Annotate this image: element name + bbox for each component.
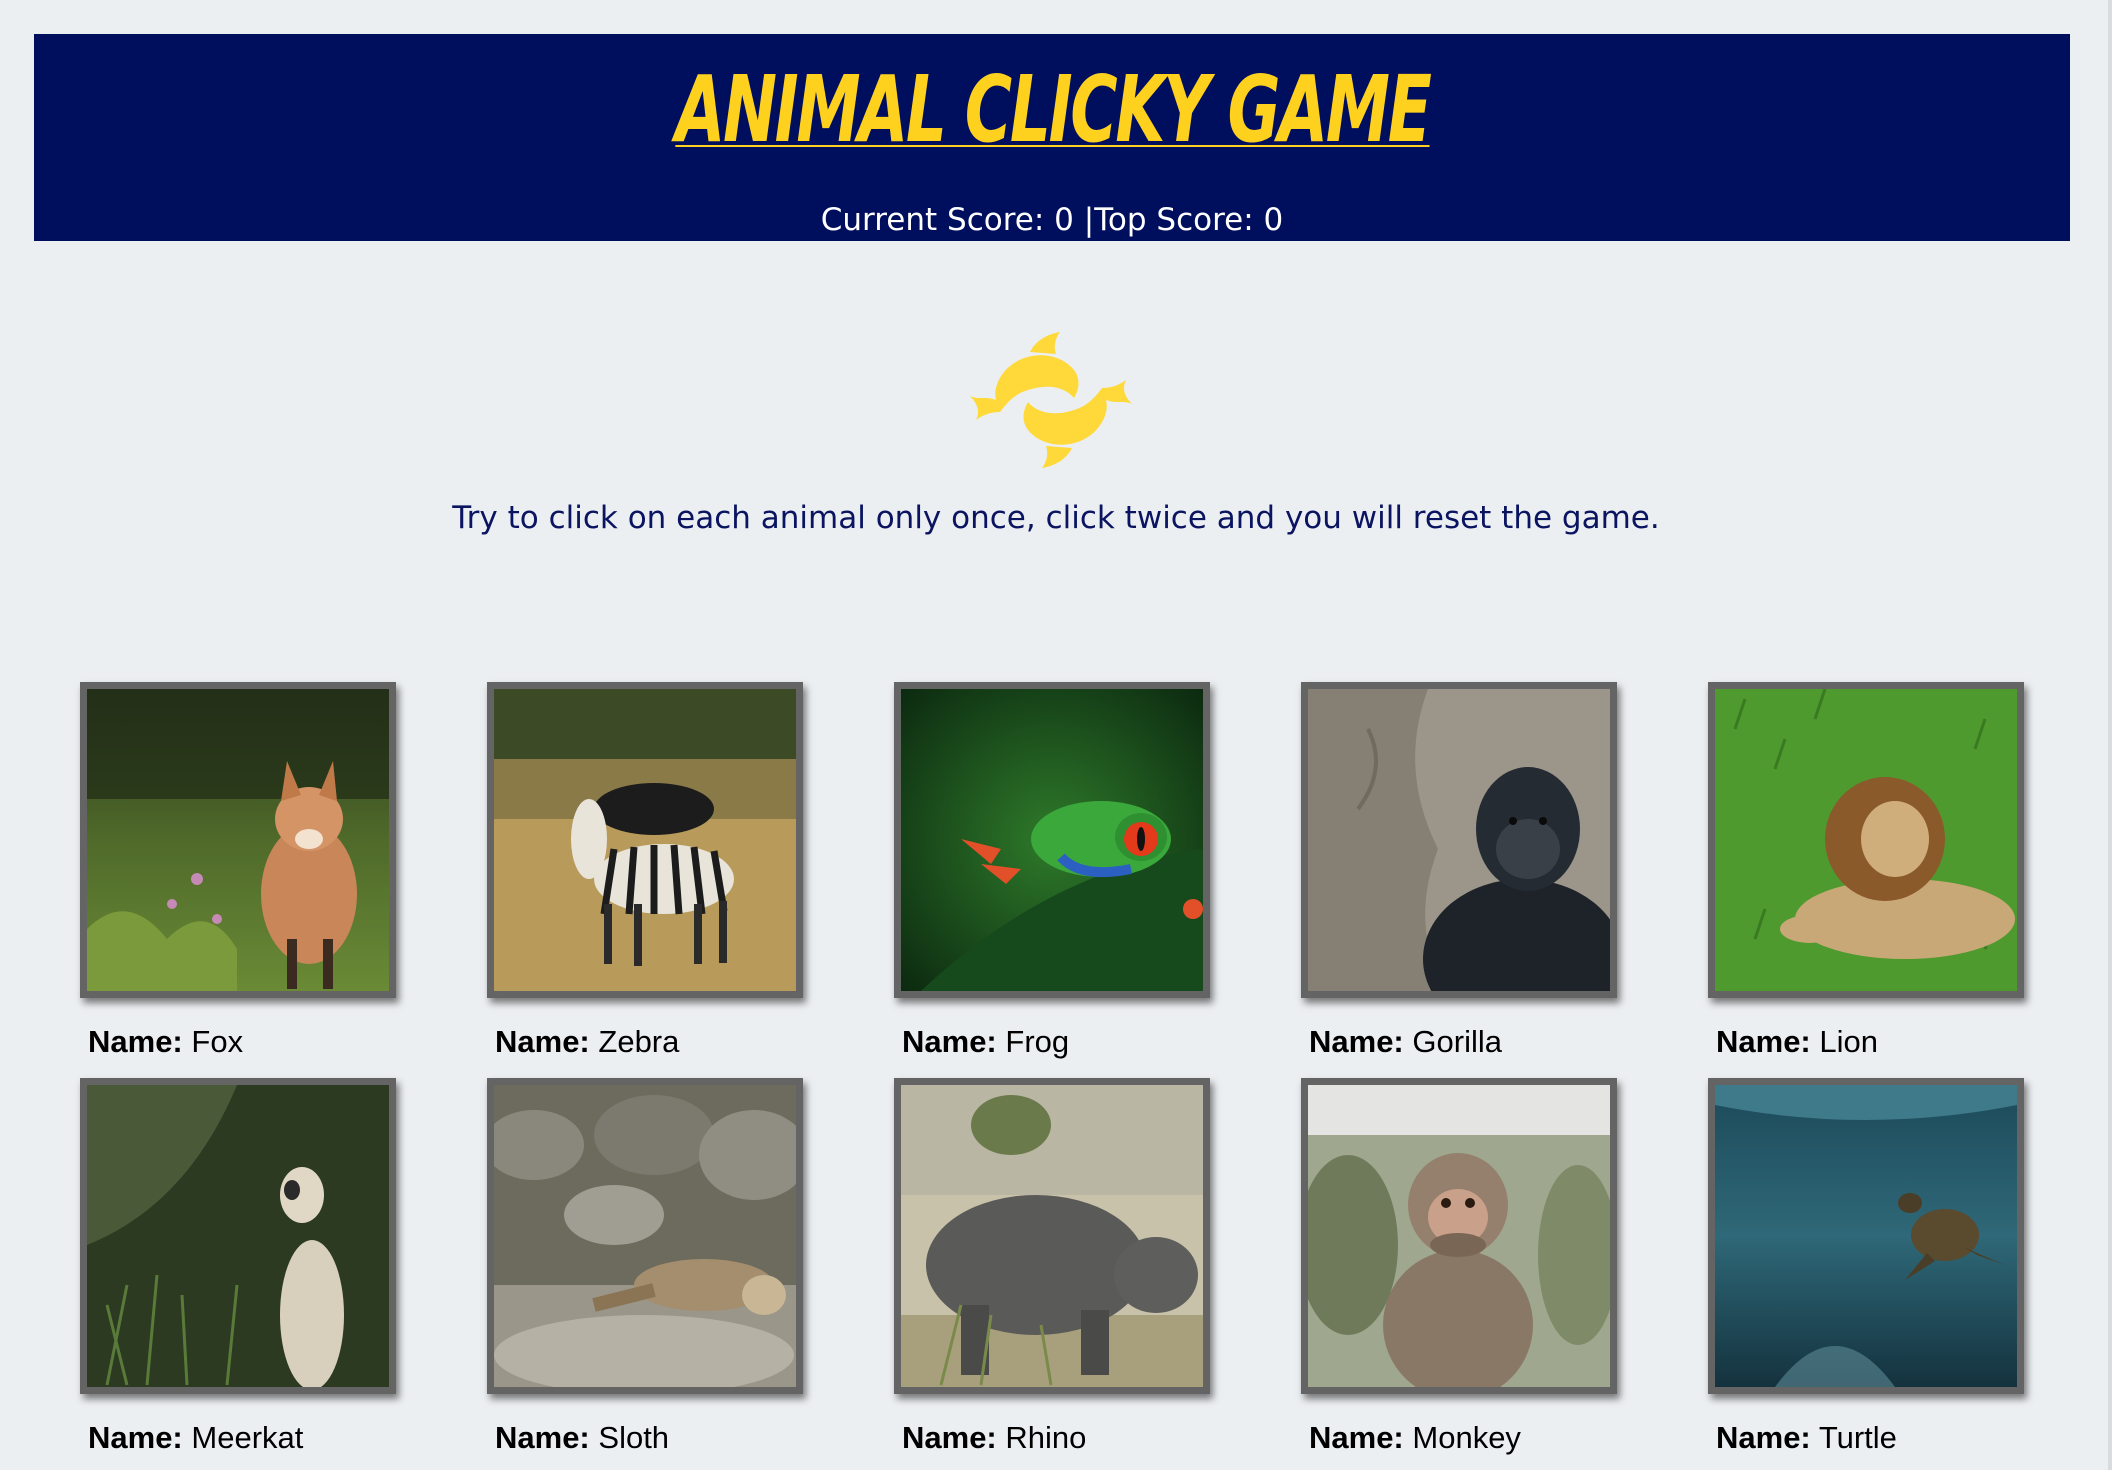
current-score-label: Current Score:	[820, 202, 1055, 238]
sloth-image[interactable]	[487, 1078, 803, 1394]
turtle-image[interactable]	[1708, 1078, 2024, 1394]
animal-name-label: Name: Zebra	[495, 1024, 680, 1059]
animal-name-label: Name: Lion	[1716, 1024, 1878, 1059]
animal-name-label: Name: Rhino	[902, 1420, 1087, 1455]
instructions-text: Try to click on each animal only once, c…	[452, 500, 1660, 536]
meerkat-image[interactable]	[80, 1078, 396, 1394]
fish-swirl-icon	[970, 320, 1132, 480]
animal-name-label: Name: Sloth	[495, 1420, 670, 1455]
game-title: ANIMAL CLICKY GAME	[674, 56, 1431, 163]
scrollbar-track[interactable]	[2108, 0, 2112, 1470]
lion-image[interactable]	[1708, 682, 2024, 998]
fox-image[interactable]	[80, 682, 396, 998]
frog-image[interactable]	[894, 682, 1210, 998]
animal-name-label: Name: Meerkat	[88, 1420, 304, 1455]
rhino-image[interactable]	[894, 1078, 1210, 1394]
top-score-value: 0	[1263, 202, 1284, 238]
animal-name-label: Name: Fox	[88, 1024, 244, 1059]
top-score-label: Top Score:	[1094, 202, 1264, 238]
game-header: ANIMAL CLICKY GAME Current Score: 0 |Top…	[34, 34, 2070, 241]
animal-name-label: Name: Gorilla	[1309, 1024, 1502, 1059]
score-bar: Current Score: 0 |Top Score: 0	[34, 202, 2070, 238]
monkey-image[interactable]	[1301, 1078, 1617, 1394]
current-score-value: 0	[1054, 202, 1074, 238]
animal-name-label: Name: Monkey	[1309, 1420, 1521, 1455]
gorilla-image[interactable]	[1301, 682, 1617, 998]
animal-name-label: Name: Frog	[902, 1024, 1070, 1059]
score-separator: |	[1073, 202, 1095, 238]
zebra-image[interactable]	[487, 682, 803, 998]
animal-name-label: Name: Turtle	[1716, 1420, 1897, 1455]
